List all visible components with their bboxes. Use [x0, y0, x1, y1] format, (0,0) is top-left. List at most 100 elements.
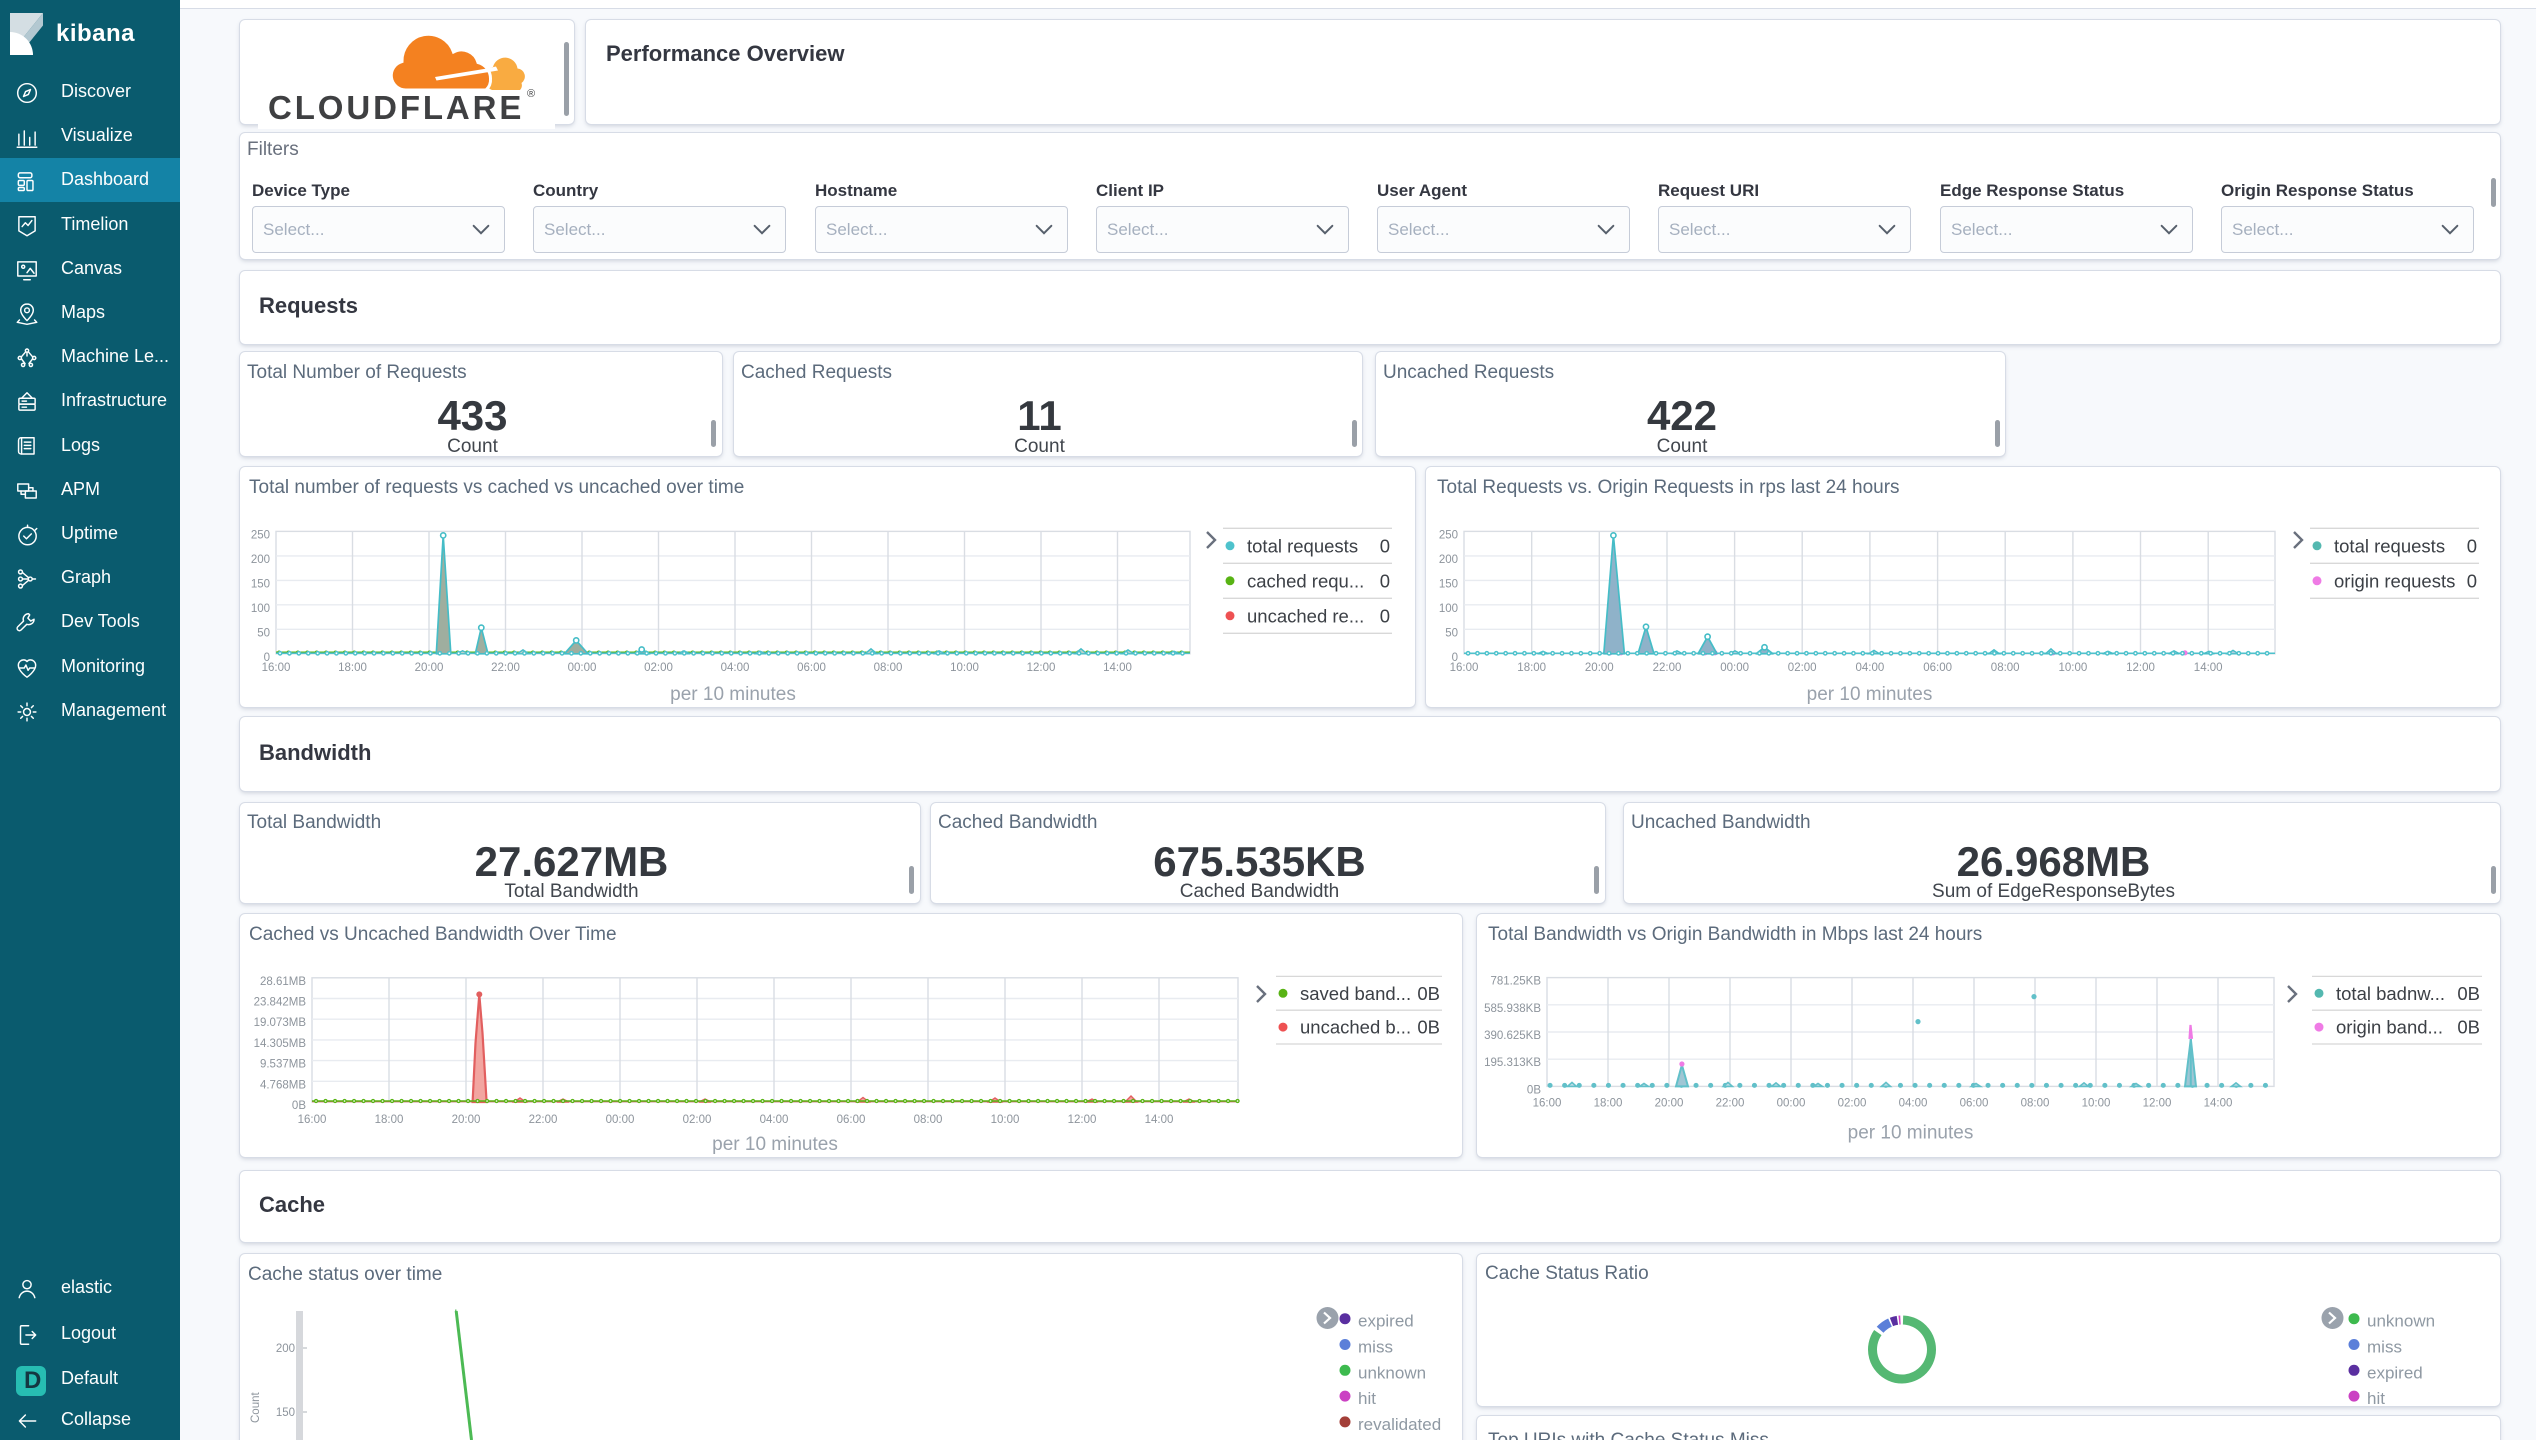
svg-text:12:00: 12:00 [2126, 662, 2155, 674]
svg-text:0B: 0B [1527, 1084, 1541, 1096]
svg-text:04:00: 04:00 [760, 1114, 789, 1126]
svg-text:00:00: 00:00 [1777, 1097, 1806, 1109]
svg-text:22:00: 22:00 [1653, 662, 1682, 674]
svg-text:0: 0 [2467, 570, 2477, 591]
svg-text:22:00: 22:00 [529, 1114, 558, 1126]
svg-text:200: 200 [276, 1343, 295, 1355]
svg-text:miss: miss [1358, 1338, 1393, 1357]
svg-text:Cache Status Ratio: Cache Status Ratio [1485, 1263, 1649, 1284]
svg-text:0B: 0B [1417, 983, 1440, 1004]
svg-text:14:00: 14:00 [2204, 1097, 2233, 1109]
svg-text:10:00: 10:00 [2082, 1097, 2111, 1109]
svg-text:14.305MB: 14.305MB [254, 1038, 307, 1050]
svg-text:250: 250 [251, 529, 270, 541]
svg-text:9.537MB: 9.537MB [260, 1059, 306, 1071]
svg-text:06:00: 06:00 [1923, 662, 1952, 674]
svg-text:unknown: unknown [1358, 1363, 1426, 1382]
svg-text:781.25KB: 781.25KB [1490, 976, 1541, 988]
svg-text:Cache status over time: Cache status over time [248, 1264, 442, 1285]
svg-text:per 10 minutes: per 10 minutes [712, 1134, 838, 1155]
svg-text:4.768MB: 4.768MB [260, 1079, 306, 1091]
svg-text:total requests: total requests [2334, 535, 2445, 556]
svg-text:®: ® [527, 88, 535, 100]
svg-text:per 10 minutes: per 10 minutes [1848, 1122, 1974, 1143]
svg-text:00:00: 00:00 [1720, 662, 1749, 674]
svg-text:390.625KB: 390.625KB [1484, 1030, 1541, 1042]
svg-text:04:00: 04:00 [1856, 662, 1885, 674]
svg-text:origin requests: origin requests [2334, 570, 2455, 591]
svg-text:CLOUDFLARE: CLOUDFLARE [268, 89, 524, 126]
svg-text:12:00: 12:00 [2143, 1097, 2172, 1109]
svg-text:02:00: 02:00 [644, 662, 673, 674]
svg-text:14:00: 14:00 [1103, 662, 1132, 674]
svg-text:08:00: 08:00 [1991, 662, 2020, 674]
svg-text:hit: hit [2367, 1389, 2385, 1405]
svg-text:12:00: 12:00 [1068, 1114, 1097, 1126]
svg-text:20:00: 20:00 [1585, 662, 1614, 674]
svg-text:origin band...: origin band... [2336, 1017, 2443, 1038]
svg-text:00:00: 00:00 [606, 1114, 635, 1126]
svg-text:100: 100 [1439, 603, 1458, 615]
svg-text:00:00: 00:00 [568, 662, 597, 674]
svg-text:Total Bandwidth vs Origin Band: Total Bandwidth vs Origin Bandwidth in M… [1488, 924, 1982, 945]
svg-text:0B: 0B [2457, 1017, 2480, 1038]
svg-text:200: 200 [251, 554, 270, 566]
svg-text:200: 200 [1439, 554, 1458, 566]
svg-text:150: 150 [1439, 578, 1458, 590]
svg-text:16:00: 16:00 [1450, 662, 1479, 674]
svg-text:06:00: 06:00 [1960, 1097, 1989, 1109]
svg-text:expired: expired [2367, 1363, 2423, 1382]
svg-text:hit: hit [1358, 1389, 1376, 1408]
svg-text:total badnw...: total badnw... [2336, 983, 2445, 1004]
svg-text:100: 100 [251, 603, 270, 615]
svg-text:0B: 0B [292, 1100, 306, 1112]
svg-text:02:00: 02:00 [1788, 662, 1817, 674]
svg-text:16:00: 16:00 [262, 662, 291, 674]
svg-text:revalidated: revalidated [1358, 1415, 1441, 1434]
svg-text:12:00: 12:00 [1027, 662, 1056, 674]
svg-text:23.842MB: 23.842MB [254, 997, 307, 1009]
svg-text:saved band...: saved band... [1300, 983, 1411, 1004]
svg-text:total requests: total requests [1247, 535, 1358, 556]
svg-text:per 10 minutes: per 10 minutes [1807, 684, 1933, 705]
svg-text:150: 150 [276, 1407, 295, 1419]
svg-text:18:00: 18:00 [375, 1114, 404, 1126]
svg-text:0B: 0B [1417, 1017, 1440, 1038]
svg-text:20:00: 20:00 [452, 1114, 481, 1126]
svg-text:20:00: 20:00 [415, 662, 444, 674]
svg-text:06:00: 06:00 [797, 662, 826, 674]
svg-text:06:00: 06:00 [837, 1114, 866, 1126]
svg-text:expired: expired [1358, 1312, 1414, 1331]
svg-text:22:00: 22:00 [491, 662, 520, 674]
svg-text:50: 50 [257, 627, 270, 639]
svg-text:Total Requests vs. Origin Requ: Total Requests vs. Origin Requests in rp… [1437, 477, 1900, 498]
svg-text:0: 0 [2467, 535, 2477, 556]
svg-text:Count: Count [250, 1392, 262, 1423]
svg-text:02:00: 02:00 [1838, 1097, 1867, 1109]
svg-text:0B: 0B [2457, 983, 2480, 1004]
svg-text:150: 150 [251, 578, 270, 590]
svg-text:08:00: 08:00 [914, 1114, 943, 1126]
svg-text:0: 0 [1380, 535, 1390, 556]
svg-text:uncached b...: uncached b... [1300, 1017, 1411, 1038]
svg-text:19.073MB: 19.073MB [254, 1017, 307, 1029]
svg-text:08:00: 08:00 [874, 662, 903, 674]
svg-text:18:00: 18:00 [1594, 1097, 1623, 1109]
svg-text:Total number of requests vs ca: Total number of requests vs cached vs un… [249, 477, 744, 498]
svg-text:per 10 minutes: per 10 minutes [670, 684, 796, 705]
svg-text:18:00: 18:00 [338, 662, 367, 674]
svg-text:04:00: 04:00 [1899, 1097, 1928, 1109]
svg-text:08:00: 08:00 [2021, 1097, 2050, 1109]
svg-text:250: 250 [1439, 529, 1458, 541]
svg-text:02:00: 02:00 [683, 1114, 712, 1126]
svg-text:16:00: 16:00 [1533, 1097, 1562, 1109]
svg-text:16:00: 16:00 [298, 1114, 327, 1126]
svg-text:0: 0 [1380, 570, 1390, 591]
svg-text:unknown: unknown [2367, 1312, 2435, 1331]
svg-text:195.313KB: 195.313KB [1484, 1057, 1541, 1069]
svg-text:20:00: 20:00 [1655, 1097, 1684, 1109]
svg-text:18:00: 18:00 [1517, 662, 1546, 674]
svg-text:10:00: 10:00 [991, 1114, 1020, 1126]
svg-text:cached requ...: cached requ... [1247, 570, 1364, 591]
svg-text:585.938KB: 585.938KB [1484, 1003, 1541, 1015]
